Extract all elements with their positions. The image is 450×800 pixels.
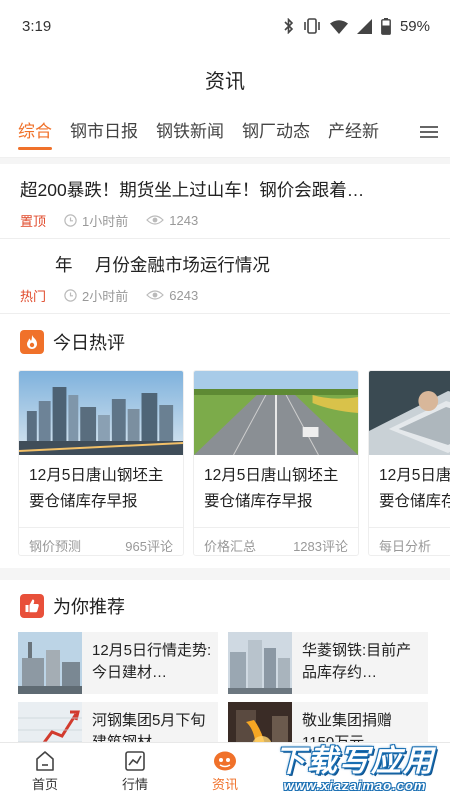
hot-carousel[interactable]: 12月5日唐山钢坯主要仓储库存早报 钢价预测 965评论 12月5日唐山钢坯主要… <box>0 370 450 556</box>
nav-label: 行情 <box>121 777 148 792</box>
signal-icon <box>356 18 372 34</box>
watermark-title: 下载写应用 <box>275 745 435 778</box>
hot-card-footer: 钢价预测 965评论 <box>19 527 183 555</box>
news-meta: 置顶 1小时前 1243 <box>20 210 430 230</box>
news-icon <box>214 751 236 771</box>
rec-item-title: 华菱钢铁:目前产品库存约… <box>302 642 412 681</box>
battery-icon <box>381 17 391 35</box>
hot-card-comments: 965评论 <box>125 539 173 554</box>
nav-news[interactable]: 资讯 <box>180 743 270 800</box>
status-time: 3:19 <box>22 17 52 35</box>
rec-item[interactable]: 华菱钢铁:目前产品库存约… <box>228 632 428 694</box>
tab-steel-news[interactable]: 钢铁新闻 <box>156 106 224 157</box>
laptop-image <box>369 371 450 455</box>
page-title: 资讯 <box>205 70 245 93</box>
bluetooth-icon <box>284 18 294 34</box>
hot-card-title: 12月5日唐山钢坯主要仓储库存早报 <box>379 467 450 510</box>
home-icon <box>36 751 54 771</box>
hot-card[interactable]: 12月5日唐山钢坯主要仓储库存早报 钢价预测 965评论 <box>18 370 184 556</box>
clock-icon <box>64 288 77 302</box>
factory-image <box>18 632 82 694</box>
battery-percent: 59% <box>399 17 430 35</box>
hot-card-footer: 价格汇总 1283评论 <box>194 527 358 555</box>
hot-card-category: 每日分析 <box>379 539 432 554</box>
wifi-icon <box>329 19 348 34</box>
tab-mill-updates[interactable]: 钢厂动态 <box>242 106 310 157</box>
tab-general[interactable]: 综合 <box>18 106 52 157</box>
vibrate-icon <box>304 18 320 34</box>
hot-card-comments: 1283评论 <box>293 539 348 554</box>
section-title: 今日热评 <box>53 333 125 353</box>
rec-section-header: 为你推荐 <box>0 580 450 632</box>
news-time: 2小时前 <box>82 288 129 304</box>
hot-card-title: 12月5日唐山钢坯主要仓储库存早报 <box>204 467 339 510</box>
clock-icon <box>64 213 77 227</box>
nav-market[interactable]: 行情 <box>90 743 180 800</box>
buildings-image <box>228 632 292 694</box>
hot-card-title: 12月5日唐山钢坯主要仓储库存早报 <box>29 467 164 510</box>
hot-card[interactable]: 12月5日唐山钢坯主要仓储库存早报 每日分析 <box>368 370 450 556</box>
pinned-badge: 置顶 <box>20 213 47 229</box>
news-item[interactable]: 超200暴跌！期货坐上过山车！钢价会跟着… 置顶 1小时前 1243 <box>0 164 450 239</box>
status-bar: 3:19 59% <box>0 0 450 52</box>
hot-card-footer: 每日分析 <box>369 527 450 555</box>
rec-item[interactable]: 12月5日行情走势:今日建材… <box>18 632 218 694</box>
highway-image <box>194 371 358 455</box>
hot-card-category: 价格汇总 <box>204 539 257 554</box>
thumbs-up-icon <box>20 594 44 618</box>
eye-icon <box>146 215 165 225</box>
hot-section-header: 今日热评 <box>0 314 450 370</box>
site-watermark: 下载写应用 www.xiazaimao.com <box>264 742 446 798</box>
rec-item-title: 12月5日行情走势:今日建材… <box>92 642 212 681</box>
news-title: 年 月份金融市场运行情况 <box>20 255 270 275</box>
tab-steel-daily[interactable]: 钢市日报 <box>70 106 138 157</box>
tab-bar: 综合 钢市日报 钢铁新闻 钢厂动态 产经新 <box>0 106 450 158</box>
chart-icon <box>125 751 145 771</box>
nav-home[interactable]: 首页 <box>0 743 90 800</box>
tab-industry-news[interactable]: 产经新 <box>328 106 379 157</box>
nav-label: 资讯 <box>211 777 238 792</box>
hot-badge: 热门 <box>20 288 47 304</box>
news-views: 1243 <box>169 212 199 228</box>
hot-card[interactable]: 12月5日唐山钢坯主要仓储库存早报 价格汇总 1283评论 <box>193 370 359 556</box>
city-skyline-image <box>19 371 183 455</box>
news-meta: 热门 2小时前 6243 <box>20 285 430 305</box>
menu-icon[interactable] <box>408 106 450 157</box>
hot-card-category: 钢价预测 <box>29 539 82 554</box>
news-title: 超200暴跌！期货坐上过山车！钢价会跟着… <box>20 180 365 200</box>
status-icons: 59% <box>284 17 430 35</box>
news-item[interactable]: 年 月份金融市场运行情况 热门 2小时前 6243 <box>0 239 450 314</box>
section-title: 为你推荐 <box>53 597 125 617</box>
nav-label: 首页 <box>31 777 58 792</box>
watermark-url: www.xiazaimao.com <box>283 778 427 793</box>
news-time: 1小时前 <box>82 213 129 229</box>
divider <box>0 568 450 580</box>
eye-icon <box>146 290 165 300</box>
flame-icon <box>20 330 44 354</box>
news-views: 6243 <box>169 287 199 303</box>
